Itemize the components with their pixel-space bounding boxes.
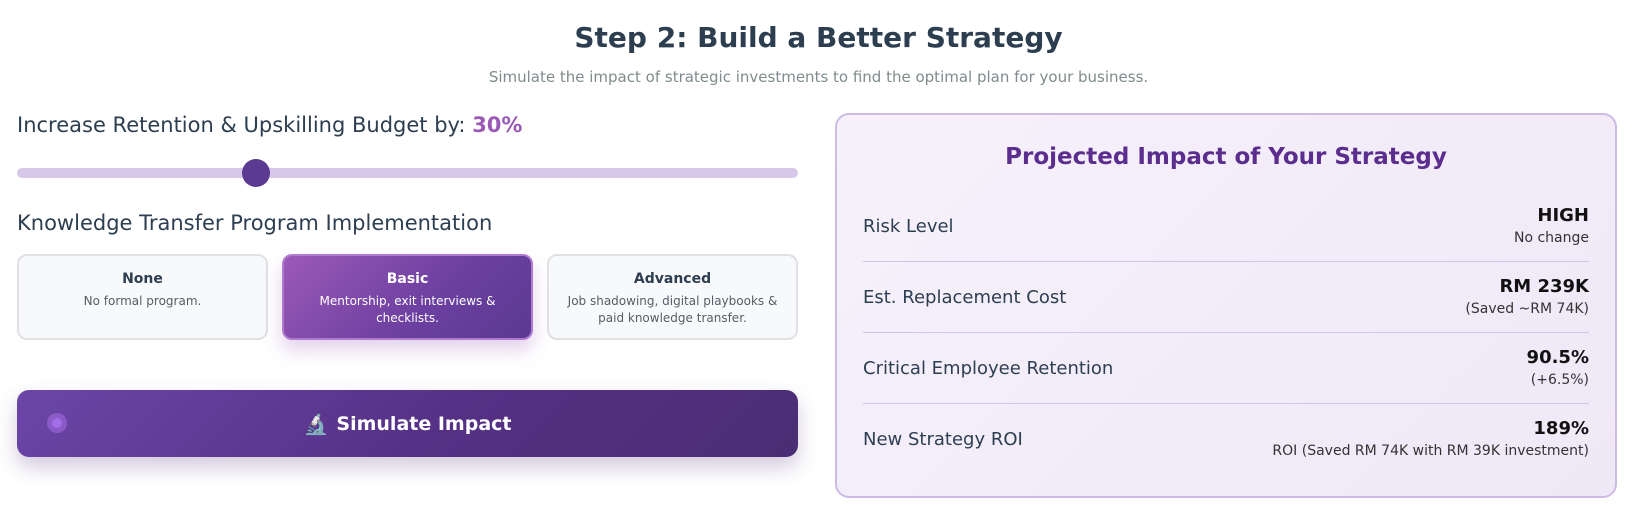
metric-employee-retention: Critical Employee Retention 90.5% (+6.5%… [863,333,1589,404]
ktp-title: Knowledge Transfer Program Implementatio… [17,211,493,235]
simulate-impact-label: Simulate Impact [336,412,512,435]
option-title: Basic [386,271,429,287]
option-advanced[interactable]: Advanced Job shadowing, digital playbook… [547,254,798,340]
status-dot-icon [47,413,67,433]
metric-risk-level: Risk Level HIGH No change [863,191,1589,262]
metric-strategy-roi: New Strategy ROI 189% ROI (Saved RM 74K … [863,404,1589,474]
metric-value: RM 239K [1499,276,1589,297]
option-description: Mentorship, exit interviews & checklists… [319,294,496,325]
metric-note: No change [1513,230,1589,246]
option-none[interactable]: None No formal program. [17,254,268,340]
header: Step 2: Build a Better Strategy Simulate… [0,18,1637,88]
metric-values: HIGH No change [1514,204,1589,248]
metric-value: 90.5% [1526,347,1589,368]
metric-label: New Strategy ROI [863,428,1023,450]
option-title: None [122,271,163,287]
metric-label: Est. Replacement Cost [863,286,1067,308]
metric-label: Risk Level [863,215,954,237]
budget-slider-thumb[interactable] [242,159,270,187]
metrics-list: Risk Level HIGH No change Est. Replaceme… [863,191,1589,474]
metric-values: 189% ROI (Saved RM 74K with RM 39K inves… [1272,417,1589,461]
metric-note: (+6.5%) [1530,372,1589,388]
microscope-icon: 🔬 [303,411,329,436]
metric-replacement-cost: Est. Replacement Cost RM 239K (Saved ~RM… [863,262,1589,333]
metric-values: RM 239K (Saved ~RM 74K) [1465,275,1589,319]
budget-label: Increase Retention & Upskilling Budget b… [17,113,466,137]
panel-title: Projected Impact of Your Strategy [1005,144,1447,170]
option-description: No formal program. [83,294,202,308]
budget-slider[interactable] [17,159,798,187]
ktp-options: None No formal program. Basic Mentorship… [17,254,798,340]
metric-note: ROI (Saved RM 74K with RM 39K investment… [1272,443,1589,459]
impact-panel: Projected Impact of Your Strategy Risk L… [835,113,1617,498]
page-subtitle: Simulate the impact of strategic investm… [488,68,1149,86]
page-title: Step 2: Build a Better Strategy [574,21,1063,54]
metric-values: 90.5% (+6.5%) [1527,346,1589,390]
strategy-controls: Increase Retention & Upskilling Budget b… [17,110,798,457]
option-basic[interactable]: Basic Mentorship, exit interviews & chec… [282,254,533,340]
simulate-impact-button[interactable]: 🔬 Simulate Impact [17,390,798,457]
metric-value: HIGH [1537,205,1589,226]
metric-value: 189% [1533,418,1589,439]
budget-label-row: Increase Retention & Upskilling Budget b… [17,110,798,140]
budget-value: 30% [472,113,523,137]
metric-label: Critical Employee Retention [863,357,1114,379]
option-description: Job shadowing, digital playbooks & paid … [567,294,778,325]
metric-note: (Saved ~RM 74K) [1465,301,1589,317]
option-title: Advanced [633,271,712,287]
